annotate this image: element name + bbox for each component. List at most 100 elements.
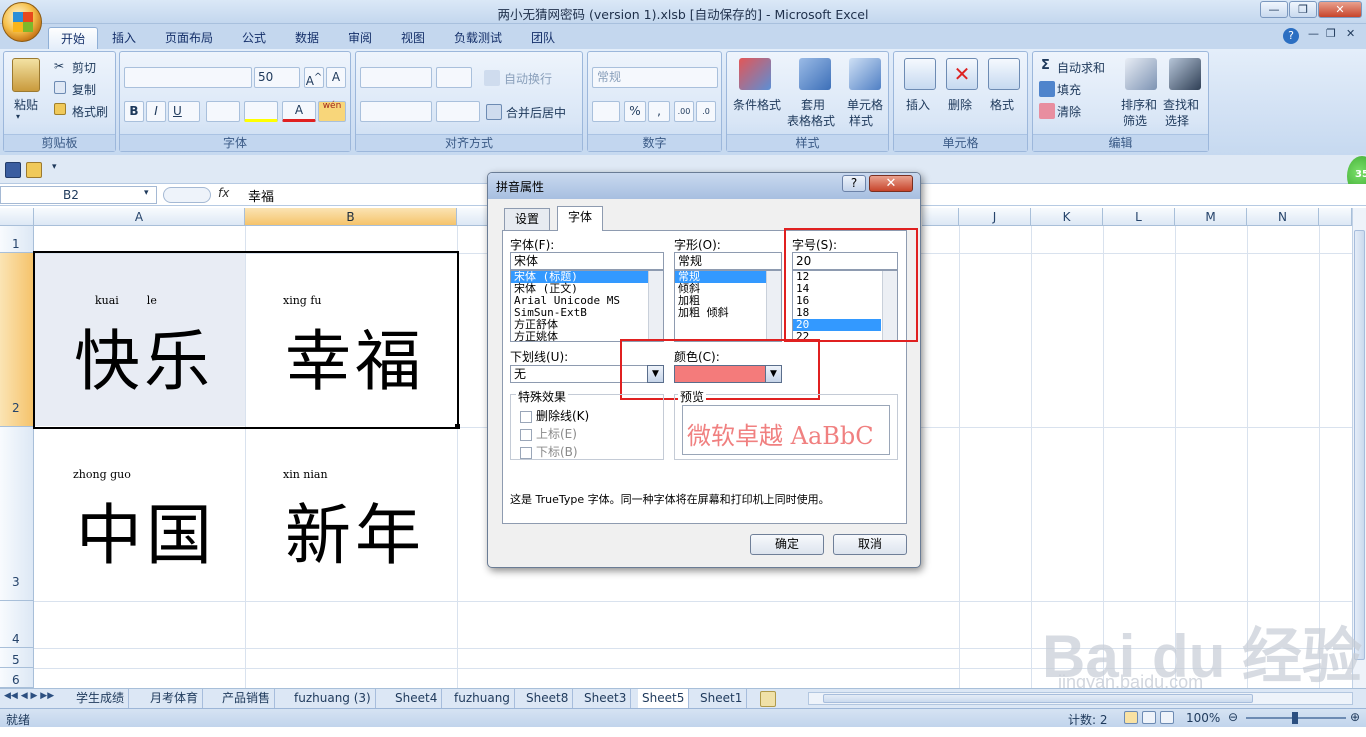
font-list[interactable]: 宋体 (标题) 宋体 (正文) Arial Unicode MS SimSun-… [510,270,664,342]
sheet-tab[interactable]: Sheet8 [522,689,574,708]
tab-view[interactable]: 视图 [389,27,437,49]
format-as-table-icon[interactable] [799,58,831,90]
percent-button[interactable]: % [624,101,646,122]
shrink-font-icon[interactable]: A [326,67,346,88]
minimize-button[interactable]: — [1260,1,1288,18]
zoom-level[interactable]: 100% [1186,711,1220,725]
tab-insert[interactable]: 插入 [100,27,148,49]
wrap-text-button[interactable]: 自动换行 [504,70,552,87]
fill-handle[interactable] [455,424,460,429]
italic-button[interactable]: I [146,101,166,122]
format-cells-button[interactable]: 格式 [990,96,1014,113]
sheet-tab[interactable]: 产品销售 [218,689,276,708]
comma-button[interactable]: , [648,101,670,122]
column-header-b[interactable]: B [245,208,457,226]
column-header-j[interactable]: J [959,208,1031,226]
ribbon-close-icon[interactable]: ✕ [1346,27,1355,40]
restore-button[interactable]: ❐ [1289,1,1317,18]
style-list[interactable]: 常规 倾斜 加粗 加粗 倾斜 [674,270,782,342]
sheet-tab[interactable]: 月考体育 [146,689,204,708]
horizontal-scroll-thumb[interactable] [823,694,1253,703]
insert-cells-icon[interactable] [904,58,936,90]
font-size-combo[interactable]: 50 [254,67,300,88]
insert-cells-button[interactable]: 插入 [906,96,930,113]
sort-filter-button[interactable]: 排序和 [1121,96,1157,113]
ribbon-minimize-icon[interactable]: — [1308,27,1319,40]
column-header-k[interactable]: K [1031,208,1103,226]
tab-page-layout[interactable]: 页面布局 [153,27,225,49]
phonetic-button[interactable]: wén [318,101,346,122]
sort-filter-icon[interactable] [1125,58,1157,90]
currency-icon[interactable] [592,101,620,122]
cut-button[interactable]: 剪切 [72,59,96,76]
cell-b2-text[interactable]: 幸福 [285,308,425,404]
dialog-tab-font[interactable]: 字体 [557,206,604,231]
conditional-format-button[interactable]: 条件格式 [733,96,781,113]
row-header-2[interactable]: 2 [0,253,34,427]
delete-cells-button[interactable]: 删除 [948,96,972,113]
binoculars-icon[interactable] [1169,58,1201,90]
ribbon-restore-icon[interactable]: ❐ [1326,27,1336,40]
clear-button[interactable]: 清除 [1057,103,1081,120]
style-input[interactable]: 常规 [674,252,782,270]
format-cells-icon[interactable] [988,58,1020,90]
paste-icon[interactable] [12,58,40,92]
font-list-scrollbar[interactable] [648,271,663,341]
grow-font-icon[interactable]: A^ [304,67,324,88]
sheet-tab[interactable]: fuzhuang (3) [290,689,376,708]
column-header-m[interactable]: M [1175,208,1247,226]
format-as-table-button-2[interactable]: 表格格式 [787,112,835,129]
tab-load-test[interactable]: 负载测试 [442,27,514,49]
tab-data[interactable]: 数据 [283,27,331,49]
font-color-icon[interactable]: A [282,101,316,122]
sheet-tab[interactable]: 学生成绩 [72,689,130,708]
tab-team[interactable]: 团队 [519,27,567,49]
conditional-format-icon[interactable] [739,58,771,90]
merge-center-button[interactable]: 合并后居中 [506,104,566,121]
underline-button[interactable]: U [168,101,200,122]
row-header-3[interactable]: 3 [0,427,34,601]
cell-a3-text[interactable]: 中国 [76,482,216,578]
help-icon[interactable]: ? [1283,28,1299,44]
format-painter-button[interactable]: 格式刷 [72,103,108,120]
sheet-tab[interactable]: Sheet3 [580,689,632,708]
save-icon[interactable] [5,162,21,178]
close-button[interactable]: ✕ [1318,1,1362,18]
vertical-align-icons[interactable] [360,67,432,88]
number-format-combo[interactable]: 常规 [592,67,718,88]
name-box-dropdown-icon[interactable]: ▾ [144,188,149,198]
fill-button[interactable]: 填充 [1057,81,1081,98]
row-header-1[interactable]: 1 [0,226,34,253]
dialog-help-button[interactable]: ? [842,175,866,192]
font-input[interactable]: 宋体 [510,252,664,270]
cell-styles-icon[interactable] [849,58,881,90]
horizontal-align-icons[interactable] [360,101,432,122]
cell-styles-button-2[interactable]: 样式 [849,112,873,129]
column-header-c[interactable] [457,208,488,226]
format-as-table-button[interactable]: 套用 [801,96,825,113]
strikethrough-checkbox[interactable]: 删除线(K) [520,407,589,424]
style-list-scrollbar[interactable] [766,271,781,341]
column-header-i[interactable] [922,208,959,226]
tab-review[interactable]: 审阅 [336,27,384,49]
column-header-n[interactable]: N [1247,208,1319,226]
copy-button[interactable]: 复制 [72,81,96,98]
fill-color-icon[interactable] [244,101,278,122]
decrease-decimal-button[interactable]: .0 [696,101,716,122]
name-box[interactable]: B2 [0,186,157,204]
sheet-tab-active[interactable]: Sheet5 [638,689,690,708]
row-header-6[interactable]: 6 [0,668,34,688]
row-header-4[interactable]: 4 [0,601,34,648]
open-folder-icon[interactable] [26,162,42,178]
zoom-slider-thumb[interactable] [1292,712,1298,724]
cell-a2-text[interactable]: 快乐 [74,308,214,404]
ok-button[interactable]: 确定 [750,534,824,555]
font-name-combo[interactable] [124,67,252,88]
find-select-button-2[interactable]: 选择 [1165,112,1189,129]
vertical-scroll-thumb[interactable] [1354,230,1365,660]
cancel-button[interactable]: 取消 [833,534,907,555]
subscript-checkbox[interactable]: 下标(B) [520,443,578,460]
find-select-button[interactable]: 查找和 [1163,96,1199,113]
insert-sheet-icon[interactable] [760,691,776,707]
zoom-in-icon[interactable]: ⊕ [1350,710,1360,724]
